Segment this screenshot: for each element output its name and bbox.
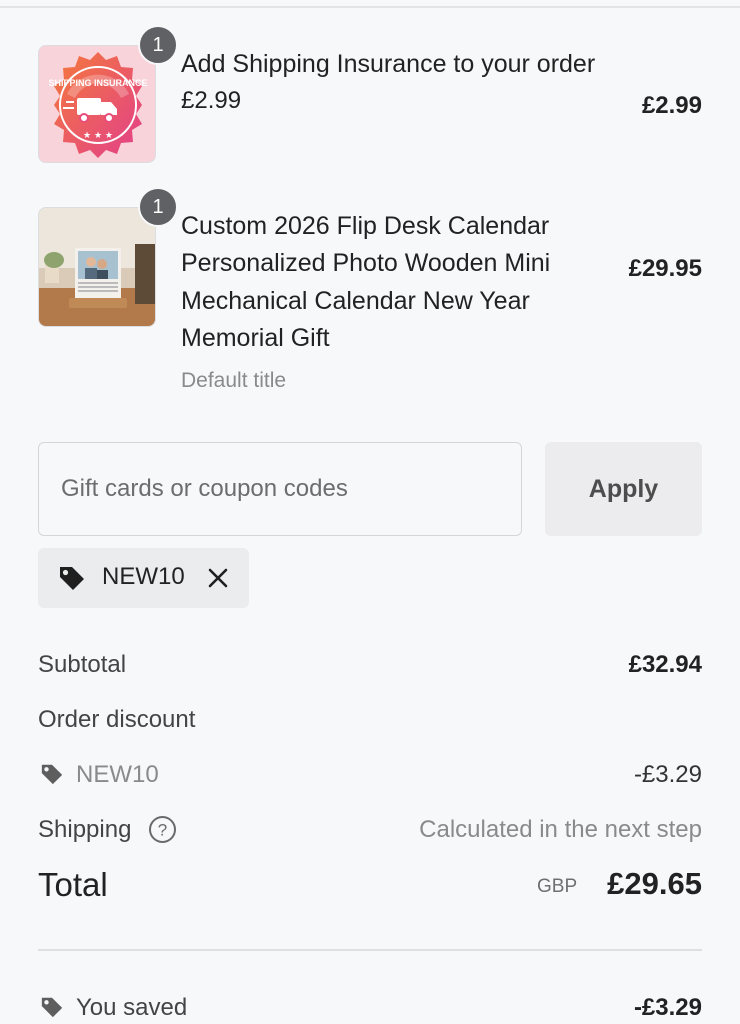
shipping-insurance-badge-icon: SHIPPING INSURANCE ★ ★ ★ [48, 52, 148, 158]
item-price: £29.95 [628, 255, 702, 282]
subtotal-label: Subtotal [38, 651, 127, 678]
apply-button[interactable]: Apply [545, 442, 702, 536]
svg-text:?: ? [158, 821, 167, 840]
subtotal-value: £32.94 [628, 651, 702, 678]
you-saved-label: You saved [76, 994, 188, 1021]
item-title: Add Shipping Insurance to your order [181, 50, 596, 78]
discount-value: -£3.29 [633, 761, 702, 788]
applied-coupon-code: NEW10 [102, 563, 185, 590]
item-title-line-3: Mechanical Calendar New Year [181, 287, 530, 315]
item-subtitle: £2.99 [181, 87, 242, 114]
total-label: Total [38, 866, 108, 903]
remove-coupon-icon[interactable] [207, 567, 229, 594]
total-value: £29.65 [607, 866, 702, 901]
item-title-line-2: Personalized Photo Wooden Mini [181, 249, 551, 277]
svg-text:★ ★ ★: ★ ★ ★ [83, 131, 113, 141]
summary-divider [38, 949, 702, 951]
tag-icon [40, 996, 64, 1023]
line-item-shipping-insurance: SHIPPING INSURANCE ★ ★ ★ 1 Add Shipping … [38, 25, 702, 165]
product-thumbnail: SHIPPING INSURANCE ★ ★ ★ [38, 45, 156, 163]
discount-code: NEW10 [76, 761, 159, 788]
item-title-line-4: Memorial Gift [181, 324, 330, 352]
currency-code: GBP [537, 876, 578, 897]
coupon-code-input[interactable] [38, 442, 522, 536]
line-item-calendar: 1 Custom 2026 Flip Desk Calendar Persona… [38, 187, 702, 397]
shipping-label: Shipping [38, 816, 132, 843]
item-title-line-1: Custom 2026 Flip Desk Calendar [181, 212, 550, 240]
tag-icon [58, 565, 86, 596]
product-thumbnail [38, 207, 156, 327]
item-price: £2.99 [641, 92, 702, 119]
quantity-badge: 1 [138, 25, 178, 65]
order-discount-label: Order discount [38, 706, 196, 733]
quantity-badge: 1 [138, 187, 178, 227]
help-circle-icon[interactable]: ? [148, 815, 177, 849]
item-variant: Default title [181, 369, 287, 392]
photo-calendar-image [39, 208, 155, 326]
you-saved-value: -£3.29 [633, 994, 702, 1021]
shipping-value: Calculated in the next step [419, 816, 702, 843]
tag-icon [40, 763, 64, 790]
top-divider [0, 6, 740, 8]
applied-coupon-chip: NEW10 [38, 548, 249, 608]
badge-text: SHIPPING INSURANCE [48, 78, 147, 88]
